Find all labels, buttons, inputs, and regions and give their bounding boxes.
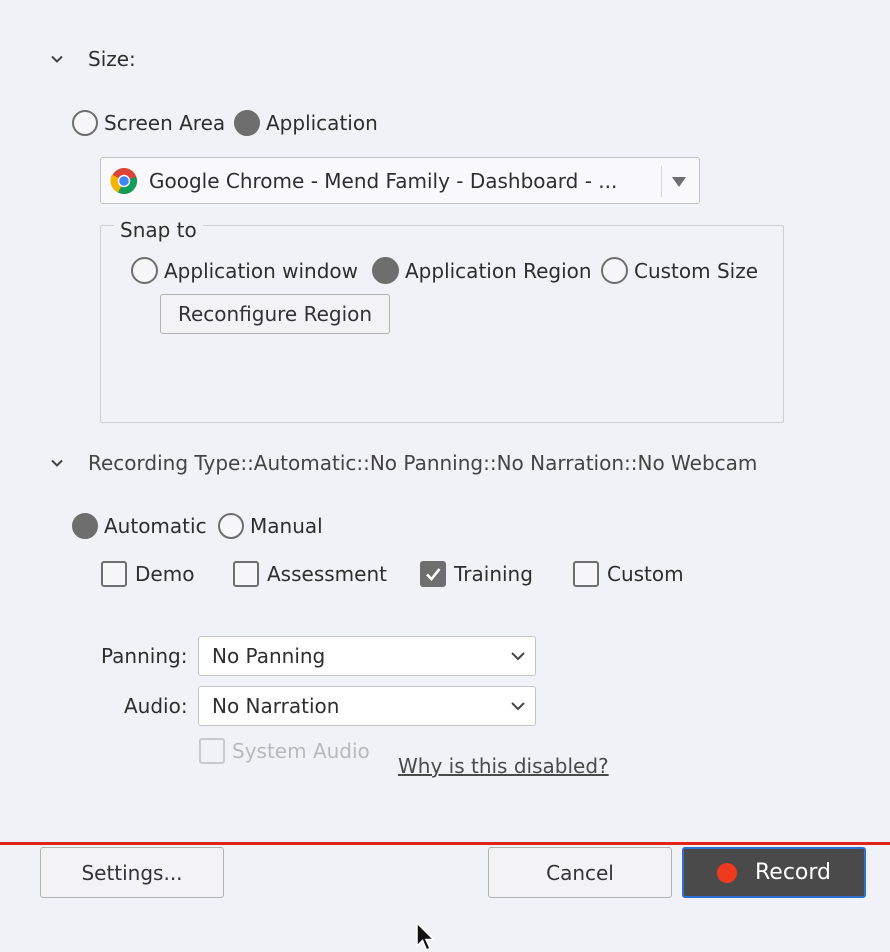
custom-size-label: Custom Size <box>634 258 759 283</box>
type-training[interactable]: Training <box>420 561 533 587</box>
assessment-label: Assessment <box>267 562 387 586</box>
panning-select[interactable]: No Panning <box>198 636 536 676</box>
chevron-down-icon[interactable] <box>50 456 64 470</box>
snap-to-legend: Snap to <box>114 218 203 242</box>
recording-mode-automatic[interactable]: Automatic <box>72 513 207 539</box>
application-window-radio[interactable] <box>131 257 158 284</box>
automatic-radio[interactable] <box>72 513 98 539</box>
application-region-radio[interactable] <box>372 257 399 284</box>
size-mode-application[interactable]: Application <box>234 110 378 136</box>
snap-custom-size[interactable]: Custom Size <box>601 257 758 284</box>
type-assessment[interactable]: Assessment <box>233 561 387 587</box>
size-section-header[interactable]: Size: <box>50 46 136 72</box>
application-label: Application <box>266 111 378 135</box>
screen-area-label: Screen Area <box>104 111 226 135</box>
assessment-checkbox[interactable] <box>233 561 259 587</box>
recording-section-header[interactable]: Recording Type::Automatic::No Panning::N… <box>50 450 757 476</box>
system-audio-option: System Audio <box>199 738 370 764</box>
application-dropdown[interactable]: Google Chrome - Mend Family - Dashboard … <box>100 157 700 204</box>
demo-label: Demo <box>135 562 195 586</box>
manual-radio[interactable] <box>218 513 244 539</box>
record-button[interactable]: Record <box>682 847 866 898</box>
settings-button[interactable]: Settings... <box>40 847 224 898</box>
triangle-down-icon[interactable] <box>672 177 686 187</box>
panning-value: No Panning <box>212 644 326 668</box>
audio-label: Audio: <box>124 694 188 718</box>
training-label: Training <box>454 562 533 586</box>
system-audio-label: System Audio <box>232 739 370 763</box>
screen-area-radio[interactable] <box>72 110 98 136</box>
dropdown-separator <box>661 166 662 197</box>
application-region-label: Application Region <box>405 258 592 283</box>
type-custom[interactable]: Custom <box>573 561 684 587</box>
record-dot-icon <box>716 862 737 883</box>
application-dropdown-value: Google Chrome - Mend Family - Dashboard … <box>149 168 618 193</box>
why-disabled-link[interactable]: Why is this disabled? <box>398 754 609 778</box>
chevron-down-icon[interactable] <box>50 52 64 66</box>
mouse-cursor-icon <box>416 922 436 951</box>
custom-checkbox[interactable] <box>573 561 599 587</box>
record-label: Record <box>754 860 831 885</box>
audio-select[interactable]: No Narration <box>198 686 536 726</box>
custom-label: Custom <box>607 562 684 586</box>
audio-value: No Narration <box>212 694 340 718</box>
system-audio-checkbox <box>199 738 225 764</box>
custom-size-radio[interactable] <box>601 257 628 284</box>
application-radio[interactable] <box>234 110 260 136</box>
automatic-label: Automatic <box>104 514 207 538</box>
size-mode-screen-area[interactable]: Screen Area <box>72 110 225 136</box>
size-section-title: Size: <box>88 47 136 71</box>
panning-label: Panning: <box>101 644 188 668</box>
snap-application-window[interactable]: Application window <box>131 257 358 284</box>
manual-label: Manual <box>250 514 323 538</box>
snap-application-region[interactable]: Application Region <box>372 257 592 284</box>
chevron-down-icon[interactable] <box>511 651 525 661</box>
chrome-icon <box>110 167 137 194</box>
type-demo[interactable]: Demo <box>101 561 194 587</box>
training-checkbox[interactable] <box>420 561 446 587</box>
chevron-down-icon[interactable] <box>511 701 525 711</box>
recording-mode-manual[interactable]: Manual <box>218 513 323 539</box>
footer-divider <box>0 842 890 845</box>
recording-section-title: Recording Type::Automatic::No Panning::N… <box>88 451 758 475</box>
reconfigure-region-button[interactable]: Reconfigure Region <box>160 294 390 334</box>
demo-checkbox[interactable] <box>101 561 127 587</box>
checkmark-icon <box>426 568 441 581</box>
application-window-label: Application window <box>164 258 358 283</box>
cancel-button[interactable]: Cancel <box>488 847 672 898</box>
